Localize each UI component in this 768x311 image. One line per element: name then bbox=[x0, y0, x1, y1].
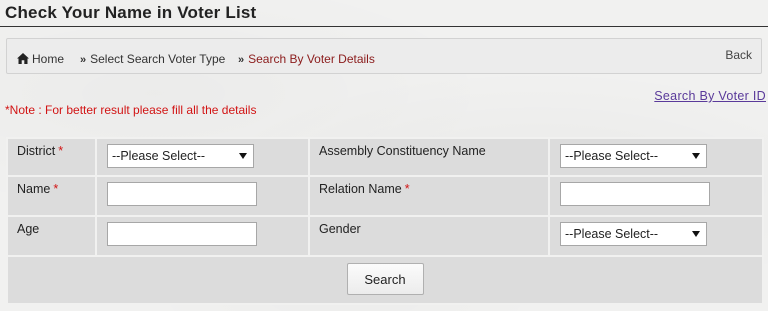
separator-icon: » bbox=[80, 54, 87, 66]
name-input[interactable] bbox=[107, 182, 257, 206]
gender-control-cell: --Please Select-- bbox=[550, 217, 762, 255]
search-form: District * --Please Select-- Assembly Con… bbox=[6, 137, 764, 305]
assembly-select[interactable]: --Please Select-- bbox=[560, 144, 707, 168]
name-label-cell: Name * bbox=[8, 177, 95, 215]
relation-control-cell bbox=[550, 177, 762, 215]
age-label: Age bbox=[17, 222, 40, 236]
separator-icon: » bbox=[238, 54, 245, 66]
breadcrumb-current-label: Search By Voter Details bbox=[248, 52, 375, 66]
breadcrumb-select-type-label: Select Search Voter Type bbox=[90, 52, 226, 66]
home-icon bbox=[17, 53, 29, 64]
name-label: Name bbox=[17, 182, 51, 196]
assembly-control-cell: --Please Select-- bbox=[550, 139, 762, 175]
gender-label: Gender bbox=[319, 222, 361, 236]
title-divider bbox=[0, 26, 768, 27]
back-link[interactable]: Back bbox=[725, 48, 752, 62]
district-label: District bbox=[17, 144, 56, 158]
chevron-down-icon bbox=[692, 153, 700, 159]
chevron-down-icon bbox=[692, 231, 700, 237]
assembly-label: Assembly Constituency Name bbox=[319, 144, 486, 158]
district-select[interactable]: --Please Select-- bbox=[107, 144, 254, 168]
gender-label-cell: Gender bbox=[310, 217, 548, 255]
search-button[interactable]: Search bbox=[346, 263, 424, 295]
assembly-select-value: --Please Select-- bbox=[565, 149, 659, 163]
chevron-down-icon bbox=[239, 153, 247, 159]
district-label-cell: District * bbox=[8, 139, 95, 175]
page-title: Check Your Name in Voter List bbox=[5, 3, 257, 22]
breadcrumb-home[interactable]: Home bbox=[17, 52, 64, 66]
required-mark: * bbox=[404, 182, 410, 196]
breadcrumb: Home » Select Search Voter Type » Search B… bbox=[6, 38, 762, 74]
age-label-cell: Age bbox=[8, 217, 95, 255]
relation-label: Relation Name bbox=[319, 182, 402, 196]
gender-select-value: --Please Select-- bbox=[565, 227, 659, 241]
relation-label-cell: Relation Name * bbox=[310, 177, 548, 215]
breadcrumb-current: » Search By Voter Details bbox=[238, 52, 375, 66]
relation-name-input[interactable] bbox=[560, 182, 710, 206]
required-mark: * bbox=[53, 182, 59, 196]
gender-select[interactable]: --Please Select-- bbox=[560, 222, 707, 246]
button-row: Search bbox=[8, 257, 762, 303]
name-control-cell bbox=[97, 177, 308, 215]
age-control-cell bbox=[97, 217, 308, 255]
breadcrumb-select-type[interactable]: » Select Search Voter Type bbox=[80, 52, 225, 66]
note-text: *Note : For better result please fill al… bbox=[5, 103, 257, 117]
district-select-value: --Please Select-- bbox=[112, 149, 206, 163]
assembly-label-cell: Assembly Constituency Name bbox=[310, 139, 548, 175]
age-input[interactable] bbox=[107, 222, 257, 246]
breadcrumb-home-label: Home bbox=[32, 52, 65, 66]
required-mark: * bbox=[58, 144, 64, 158]
search-by-voter-id-link[interactable]: Search By Voter ID bbox=[654, 89, 766, 103]
district-control-cell: --Please Select-- bbox=[97, 139, 308, 175]
